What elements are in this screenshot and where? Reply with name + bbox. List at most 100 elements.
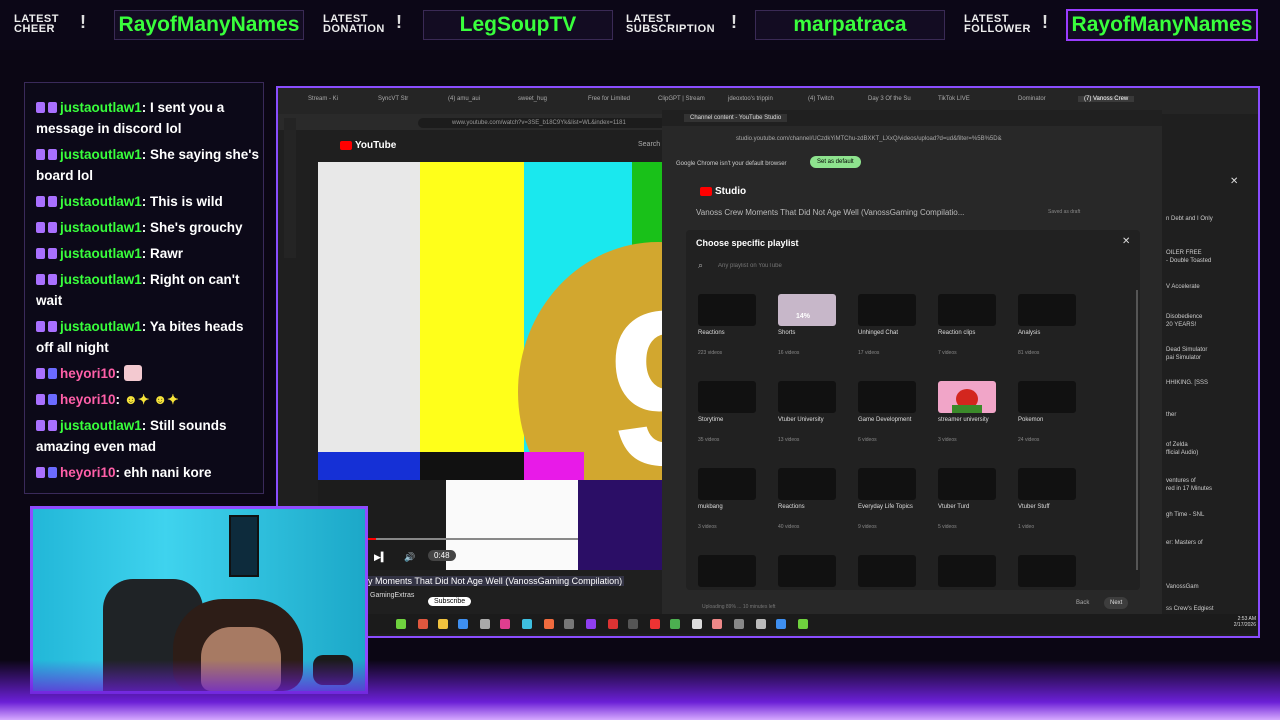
recommendation-title[interactable]: pai Simulator bbox=[1166, 355, 1201, 362]
app-icon[interactable] bbox=[608, 619, 618, 629]
playlist-thumbnail[interactable] bbox=[1018, 468, 1076, 500]
recommendation-title[interactable]: OILER FREE bbox=[1166, 250, 1202, 257]
app-icon[interactable] bbox=[458, 619, 468, 629]
playlist-search-input[interactable] bbox=[716, 258, 1100, 274]
app-icon[interactable] bbox=[650, 619, 660, 629]
playlist-thumbnail[interactable] bbox=[938, 468, 996, 500]
playlist-name[interactable]: Vtuber University bbox=[778, 417, 824, 423]
playlist-thumbnail[interactable] bbox=[1018, 555, 1076, 587]
recommendation-title[interactable]: ventures of bbox=[1166, 478, 1196, 485]
app-icon[interactable] bbox=[564, 619, 574, 629]
folder-icon[interactable] bbox=[438, 619, 448, 629]
address-bar[interactable]: www.youtube.com/watch?v=3SE_b18C9Yk&list… bbox=[418, 118, 678, 128]
playlist-name[interactable]: Storytime bbox=[698, 417, 723, 423]
app-icon[interactable] bbox=[712, 619, 722, 629]
search-input[interactable]: Search bbox=[638, 141, 660, 148]
app-icon[interactable] bbox=[500, 619, 510, 629]
browser-tab[interactable]: ClipGPT | Stream bbox=[658, 96, 705, 102]
browser-tab[interactable]: jdeoxtoo's trippin bbox=[728, 96, 773, 102]
browser-tab[interactable]: (4) amu_aui bbox=[448, 96, 480, 102]
playlist-thumbnail[interactable] bbox=[778, 381, 836, 413]
playlist-name[interactable]: Pokemon bbox=[1018, 417, 1043, 423]
playlist-thumbnail[interactable]: 14% bbox=[778, 294, 836, 326]
browser-tab[interactable]: Dominator bbox=[1018, 96, 1046, 102]
recommendation-title[interactable]: V Accelerate bbox=[1166, 284, 1200, 291]
chrome-icon[interactable] bbox=[670, 619, 680, 629]
browser-tab[interactable]: SyncVT Str bbox=[378, 96, 408, 102]
browser-tab-active[interactable]: (7) Vanoss Crew bbox=[1078, 96, 1135, 102]
recommendation-title[interactable]: Disobedience bbox=[1166, 314, 1202, 321]
playlist-thumbnail[interactable] bbox=[1018, 381, 1076, 413]
app-icon[interactable] bbox=[522, 619, 532, 629]
play-icon[interactable]: ▶▍ bbox=[374, 552, 388, 563]
playlist-thumbnail[interactable] bbox=[698, 468, 756, 500]
back-button[interactable]: Back bbox=[1076, 600, 1089, 606]
app-icon[interactable] bbox=[418, 619, 428, 629]
playlist-thumbnail[interactable] bbox=[1018, 294, 1076, 326]
playlist-name[interactable]: mukbang bbox=[698, 504, 723, 510]
playlist-name[interactable]: Analysis bbox=[1018, 330, 1040, 336]
playlist-thumbnail[interactable] bbox=[858, 381, 916, 413]
playlist-thumbnail[interactable] bbox=[698, 555, 756, 587]
browser-tab[interactable]: TikTok LIVE bbox=[938, 96, 970, 102]
app-icon[interactable] bbox=[628, 619, 638, 629]
app-icon[interactable] bbox=[692, 619, 702, 629]
studio-tab[interactable]: Channel content - YouTube Studio bbox=[684, 114, 788, 122]
recommendation-title[interactable]: ss Crew's Edgiest bbox=[1166, 606, 1214, 613]
recommendation-title[interactable]: ther bbox=[1166, 412, 1176, 419]
app-icon[interactable] bbox=[776, 619, 786, 629]
playlist-thumbnail[interactable] bbox=[778, 468, 836, 500]
next-button[interactable]: Next bbox=[1104, 597, 1129, 609]
recommendation-title[interactable]: - Double Toasted bbox=[1166, 258, 1211, 265]
app-icon[interactable] bbox=[396, 619, 406, 629]
volume-icon[interactable]: 🔊 bbox=[404, 552, 415, 563]
app-icon[interactable] bbox=[756, 619, 766, 629]
set-default-button[interactable]: Set as default bbox=[810, 156, 861, 168]
recommendation-title[interactable]: fficial Audio) bbox=[1166, 450, 1198, 457]
playlist-thumbnail[interactable] bbox=[778, 555, 836, 587]
playlist-thumbnail[interactable] bbox=[858, 294, 916, 326]
playlist-thumbnail[interactable] bbox=[858, 555, 916, 587]
playlist-name[interactable]: Unhinged Chat bbox=[858, 330, 898, 336]
recommendation-title[interactable]: red in 17 Minutes bbox=[1166, 486, 1212, 493]
recommendation-title[interactable]: HHIKING. [SSS bbox=[1166, 380, 1208, 387]
browser-tab[interactable]: Stream - Ki bbox=[308, 96, 338, 102]
playlist-name[interactable]: Reactions bbox=[698, 330, 725, 336]
recommendation-title[interactable]: er: Masters of bbox=[1166, 540, 1203, 547]
playlist-name[interactable]: Reactions bbox=[778, 504, 805, 510]
close-icon[interactable]: ✕ bbox=[1230, 176, 1238, 187]
playlist-name[interactable]: Vtuber Turd bbox=[938, 504, 969, 510]
app-icon[interactable] bbox=[544, 619, 554, 629]
studio-address-bar[interactable]: studio.youtube.com/channel/UCzdkYiMTChu-… bbox=[736, 136, 1002, 142]
recommendation-title[interactable]: n Debt and I Only bbox=[1166, 216, 1213, 223]
video-player[interactable]: 9 ▶▍ 🔊 0:48 bbox=[318, 162, 664, 570]
browser-tab[interactable]: Day 3 Of the Su bbox=[868, 96, 911, 102]
recommendation-title[interactable]: of Zelda bbox=[1166, 442, 1188, 449]
playlist-name[interactable]: Game Development bbox=[858, 417, 911, 423]
playlist-thumbnail[interactable] bbox=[698, 294, 756, 326]
playlist-name[interactable]: Vtuber Stuff bbox=[1018, 504, 1050, 510]
playlist-name[interactable]: Reaction clips bbox=[938, 330, 975, 336]
close-icon[interactable]: ✕ bbox=[1122, 236, 1130, 247]
subscribe-button[interactable]: Subscribe bbox=[428, 597, 472, 606]
playlist-name[interactable]: streamer university bbox=[938, 417, 989, 423]
browser-tab[interactable]: (4) Twitch bbox=[808, 96, 834, 102]
app-icon[interactable] bbox=[798, 619, 808, 629]
playlist-thumbnail[interactable] bbox=[698, 381, 756, 413]
youtube-logo[interactable]: YouTube bbox=[340, 140, 396, 151]
studio-logo[interactable]: Studio bbox=[700, 186, 746, 197]
modal-scrollbar[interactable] bbox=[1136, 290, 1138, 570]
playlist-thumbnail[interactable] bbox=[938, 555, 996, 587]
recommendation-title[interactable]: Dead Simulator bbox=[1166, 347, 1207, 354]
channel-name[interactable]: GamingExtras bbox=[370, 592, 414, 599]
app-icon[interactable] bbox=[480, 619, 490, 629]
playlist-name[interactable]: Shorts bbox=[778, 330, 795, 336]
system-clock[interactable]: 2:53 AM 2/17/2026 bbox=[1222, 616, 1256, 628]
recommendation-title[interactable]: VanossGam bbox=[1166, 584, 1199, 591]
browser-tab[interactable]: Free for Limited bbox=[588, 96, 630, 102]
recommendation-title[interactable]: gh Time - SNL bbox=[1166, 512, 1204, 519]
browser-tab[interactable]: sweet_hug bbox=[518, 96, 547, 102]
playlist-thumbnail[interactable] bbox=[938, 294, 996, 326]
playlist-name[interactable]: Everyday Life Topics bbox=[858, 504, 913, 510]
recommendation-title[interactable]: 20 YEARS! bbox=[1166, 322, 1196, 329]
